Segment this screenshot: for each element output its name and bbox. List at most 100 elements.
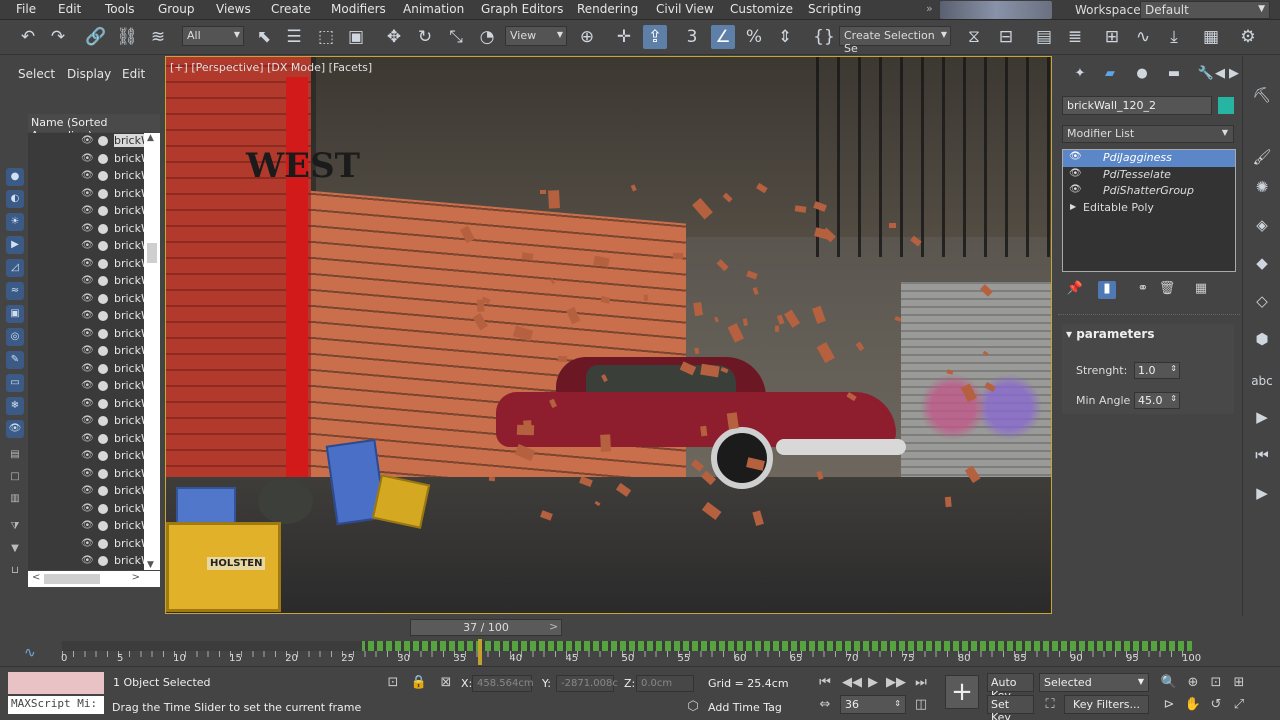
angle-snap-icon[interactable]: ∠ bbox=[711, 25, 735, 49]
rectangular-selection-icon[interactable]: ⬚ bbox=[314, 25, 338, 49]
filter-cameras-icon[interactable]: ▶ bbox=[6, 236, 24, 254]
render-toggle-icon[interactable] bbox=[98, 486, 108, 496]
modifier-visibility-eye-icon[interactable]: 👁 bbox=[1069, 184, 1082, 195]
menu-modifiers[interactable]: Modifiers bbox=[331, 2, 386, 16]
object-name-field[interactable]: brickWall_120_2 bbox=[1062, 96, 1212, 115]
motion-tab-icon[interactable]: ▬ bbox=[1164, 66, 1184, 84]
visibility-eye-icon[interactable]: 👁 bbox=[81, 188, 94, 199]
visibility-eye-icon[interactable]: 👁 bbox=[81, 135, 94, 146]
zoom-extents-icon[interactable]: ⊡ bbox=[1207, 675, 1225, 690]
snaps-toggle-icon[interactable]: 3 bbox=[680, 25, 704, 49]
filter-containers-icon[interactable]: ▭ bbox=[6, 374, 24, 392]
modifier-stack-item[interactable]: ▶ Editable Poly bbox=[1063, 200, 1235, 217]
edit-named-selection-icon[interactable]: {} bbox=[812, 25, 836, 49]
modifier-stack-item[interactable]: 👁 PdiTesselate bbox=[1063, 167, 1235, 184]
list-item[interactable]: 👁 brickW bbox=[28, 343, 160, 361]
make-unique-icon[interactable]: ⚭ bbox=[1134, 281, 1152, 299]
menu-file[interactable]: File bbox=[16, 2, 36, 16]
list-item[interactable]: 👁 brickW bbox=[28, 518, 160, 536]
viewport-mode-label[interactable]: [DX Mode] bbox=[267, 61, 325, 74]
viewport-shading-label[interactable]: [Facets] bbox=[329, 61, 373, 74]
list-item[interactable]: 👁 brickW bbox=[28, 431, 160, 449]
play-icon[interactable]: ▶ bbox=[864, 675, 882, 690]
visibility-eye-icon[interactable]: 👁 bbox=[81, 380, 94, 391]
modifier-visibility-eye-icon[interactable]: 👁 bbox=[1069, 151, 1082, 162]
isolate-selection-icon[interactable]: ⊡ bbox=[384, 675, 402, 690]
shatter-icon[interactable]: ◈ bbox=[1251, 216, 1273, 238]
scroll-right-icon[interactable]: > bbox=[132, 572, 140, 583]
orbit-icon[interactable]: ↺ bbox=[1207, 697, 1225, 712]
x-coordinate-field[interactable]: 458.564cm bbox=[472, 675, 534, 692]
visibility-eye-icon[interactable]: 👁 bbox=[81, 555, 94, 566]
list-item[interactable]: 👁 brickW bbox=[28, 378, 160, 396]
tab-next-icon[interactable]: ▶ bbox=[1224, 66, 1244, 84]
window-crossing-icon[interactable]: ▣ bbox=[344, 25, 368, 49]
pin-stack-icon[interactable]: 📌 bbox=[1066, 281, 1084, 299]
list-item[interactable]: 👁 brickW bbox=[28, 308, 160, 326]
render-toggle-icon[interactable] bbox=[98, 363, 108, 374]
list-item[interactable]: 👁 brickW bbox=[28, 361, 160, 379]
maxscript-input[interactable]: MAXScript Mi: bbox=[8, 696, 104, 714]
hierarchy-tab-icon[interactable]: ● bbox=[1132, 66, 1152, 84]
geometry-icon[interactable]: ⬢ bbox=[1251, 330, 1273, 352]
render-toggle-icon[interactable] bbox=[98, 328, 108, 339]
y-coordinate-field[interactable]: -2871.008c bbox=[556, 675, 618, 692]
visibility-eye-icon[interactable]: 👁 bbox=[81, 433, 94, 444]
filter-shapes-icon[interactable]: ◐ bbox=[6, 190, 24, 208]
menu-rendering[interactable]: Rendering bbox=[577, 2, 638, 16]
show-end-result-icon[interactable]: ▮ bbox=[1098, 281, 1116, 299]
filter-helpers-icon[interactable]: ◿ bbox=[6, 259, 24, 277]
maximize-viewport-icon[interactable]: ⤢ bbox=[1230, 697, 1248, 712]
list-item[interactable]: 👁 brickW bbox=[28, 326, 160, 344]
select-object-icon[interactable]: ⬉ bbox=[252, 25, 276, 49]
render-toggle-icon[interactable] bbox=[98, 276, 108, 286]
menu-overflow-button[interactable]: » bbox=[926, 2, 933, 15]
scroll-left-icon[interactable]: < bbox=[32, 572, 40, 583]
visibility-eye-icon[interactable]: 👁 bbox=[81, 240, 94, 251]
pin-icon[interactable]: ⊔ bbox=[6, 562, 24, 580]
visibility-eye-icon[interactable]: 👁 bbox=[81, 328, 94, 339]
key-filters-button[interactable]: Key Filters... bbox=[1064, 695, 1149, 714]
render-toggle-icon[interactable] bbox=[98, 538, 108, 549]
render-toggle-icon[interactable] bbox=[98, 293, 108, 304]
keyframe-strip[interactable] bbox=[62, 641, 1192, 651]
voronoi-icon[interactable]: ◇ bbox=[1251, 292, 1273, 314]
list-item[interactable]: 👁 brickW bbox=[28, 256, 160, 274]
object-color-swatch[interactable] bbox=[1218, 97, 1234, 114]
menu-customize[interactable]: Customize bbox=[730, 2, 793, 16]
visibility-eye-icon[interactable]: 👁 bbox=[81, 223, 94, 234]
display-all-icon[interactable]: ▤ bbox=[6, 446, 24, 464]
pivot-center-icon[interactable]: ⊕ bbox=[575, 25, 599, 49]
render-toggle-icon[interactable] bbox=[98, 136, 108, 146]
absolute-mode-icon[interactable]: ⊠ bbox=[437, 675, 455, 690]
visibility-eye-icon[interactable]: 👁 bbox=[81, 450, 94, 461]
viewport-pov-label[interactable]: [Perspective] bbox=[191, 61, 263, 74]
reference-coordinate-dropdown[interactable]: View ▼ bbox=[505, 26, 567, 46]
previous-frame-icon[interactable]: ◀◀ bbox=[842, 675, 862, 690]
mini-curve-editor-icon[interactable]: ∿ bbox=[24, 645, 36, 661]
list-item[interactable]: 👁 brickW bbox=[28, 448, 160, 466]
next-frame-button[interactable]: > bbox=[549, 620, 558, 633]
visibility-eye-icon[interactable]: 👁 bbox=[81, 258, 94, 269]
fracture-icon[interactable]: ◆ bbox=[1251, 254, 1273, 276]
render-toggle-icon[interactable] bbox=[98, 223, 108, 234]
explorer-menu-edit[interactable]: Edit bbox=[122, 67, 145, 81]
remove-modifier-icon[interactable]: 🗑 bbox=[1158, 281, 1176, 299]
spinner-snap-icon[interactable]: ⇕ bbox=[773, 25, 797, 49]
render-toggle-icon[interactable] bbox=[98, 346, 108, 356]
add-time-tag-button[interactable]: Add Time Tag bbox=[708, 701, 782, 714]
spinner-arrows-icon[interactable]: ⇕ bbox=[1170, 364, 1177, 373]
scroll-thumb[interactable] bbox=[147, 243, 157, 263]
menu-civil-view[interactable]: Civil View bbox=[656, 2, 714, 16]
unlink-icon[interactable]: ⛓ bbox=[115, 25, 139, 49]
set-keys-button[interactable]: + bbox=[945, 675, 979, 709]
display-none-icon[interactable]: □ bbox=[6, 468, 24, 486]
maxscript-output[interactable] bbox=[8, 672, 104, 694]
render-toggle-icon[interactable] bbox=[98, 468, 108, 479]
filter-groups-icon[interactable]: ▣ bbox=[6, 305, 24, 323]
rollout-title[interactable]: ▾ parameters bbox=[1066, 327, 1154, 341]
list-item[interactable]: 👁 brickW bbox=[28, 501, 160, 519]
filter-spacewarps-icon[interactable]: ≈ bbox=[6, 282, 24, 300]
key-mode-icon[interactable]: ⇔ bbox=[816, 697, 834, 712]
visibility-eye-icon[interactable]: 👁 bbox=[81, 415, 94, 426]
